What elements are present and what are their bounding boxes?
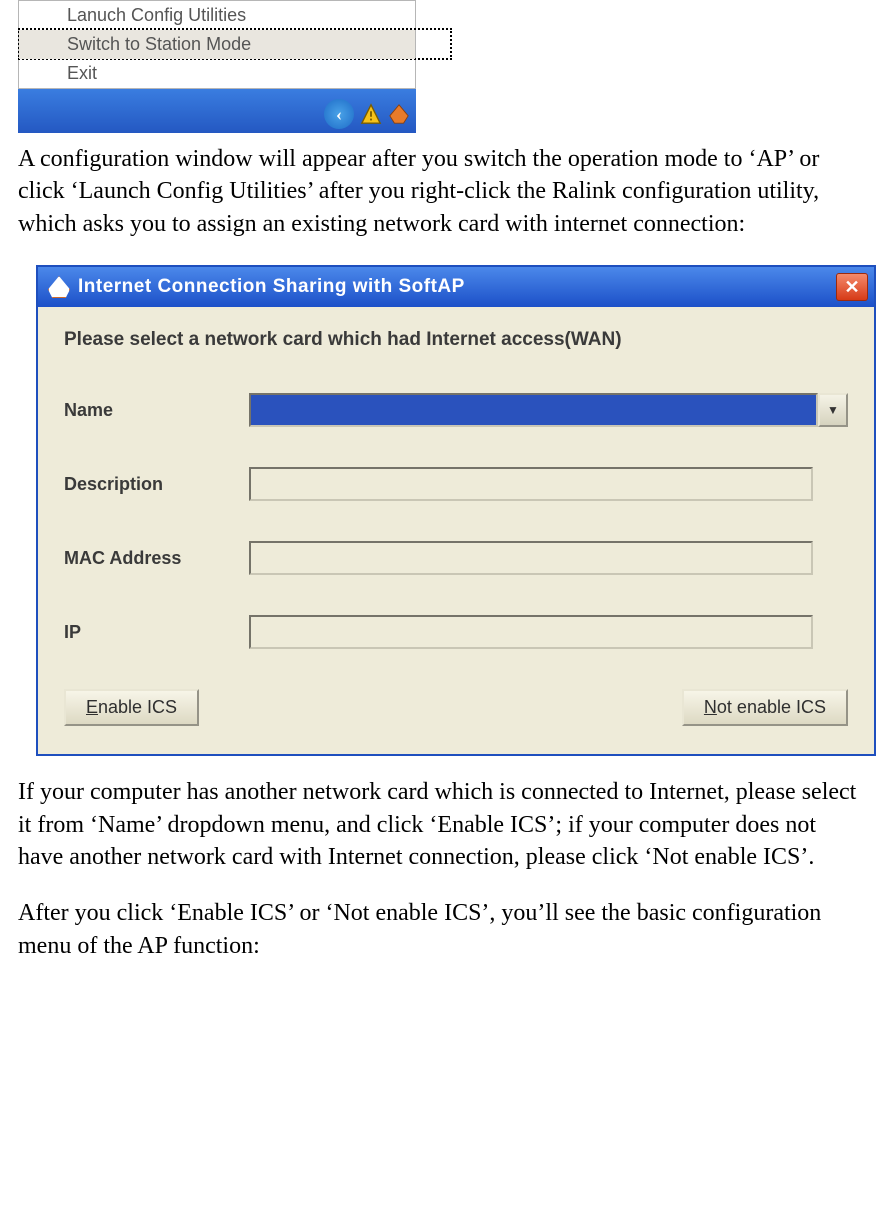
context-menu-item[interactable]: Exit — [19, 59, 415, 88]
system-tray: ‹ — [324, 99, 410, 129]
button-text: nable ICS — [98, 697, 177, 717]
chevron-down-icon[interactable]: ▼ — [818, 393, 848, 427]
dialog-button-row: Enable ICS Not enable ICS — [64, 689, 848, 726]
warning-icon — [360, 103, 382, 125]
ralink-tray-icon[interactable] — [388, 103, 410, 125]
context-menu-screenshot: Lanuch Config Utilities Switch to Statio… — [18, 0, 416, 133]
doc-paragraph: After you click ‘Enable ICS’ or ‘Not ena… — [18, 897, 865, 962]
doc-paragraph: A configuration window will appear after… — [18, 143, 865, 240]
ics-dialog: Internet Connection Sharing with SoftAP … — [36, 265, 876, 756]
form-row-ip: IP — [64, 615, 848, 649]
close-icon: ✕ — [844, 277, 859, 298]
form-row-name: Name ▼ — [64, 393, 848, 427]
button-accel: N — [704, 697, 717, 717]
description-field — [249, 467, 813, 501]
dialog-body: Please select a network card which had I… — [38, 307, 874, 754]
context-menu-item[interactable]: Switch to Station Mode — [19, 30, 415, 59]
label-name: Name — [64, 400, 249, 421]
context-menu: Lanuch Config Utilities Switch to Statio… — [18, 0, 416, 89]
button-accel: E — [86, 697, 98, 717]
label-ip: IP — [64, 622, 249, 643]
label-description: Description — [64, 474, 249, 495]
context-menu-item[interactable]: Lanuch Config Utilities — [19, 1, 415, 30]
ip-field — [249, 615, 813, 649]
form-row-description: Description — [64, 467, 848, 501]
button-text: ot enable ICS — [717, 697, 826, 717]
app-icon — [48, 276, 70, 298]
not-enable-ics-button[interactable]: Not enable ICS — [682, 689, 848, 726]
close-button[interactable]: ✕ — [836, 273, 868, 301]
taskbar: ‹ — [18, 89, 416, 133]
name-dropdown[interactable]: ▼ — [249, 393, 848, 427]
enable-ics-button[interactable]: Enable ICS — [64, 689, 199, 726]
dialog-prompt: Please select a network card which had I… — [64, 329, 848, 351]
mac-field — [249, 541, 813, 575]
titlebar: Internet Connection Sharing with SoftAP … — [38, 267, 874, 307]
tray-expand-icon[interactable]: ‹ — [324, 99, 354, 129]
name-dropdown-field[interactable] — [249, 393, 818, 427]
doc-paragraph: If your computer has another network car… — [18, 776, 865, 873]
form-row-mac: MAC Address — [64, 541, 848, 575]
label-mac: MAC Address — [64, 548, 249, 569]
window-title: Internet Connection Sharing with SoftAP — [78, 276, 465, 298]
